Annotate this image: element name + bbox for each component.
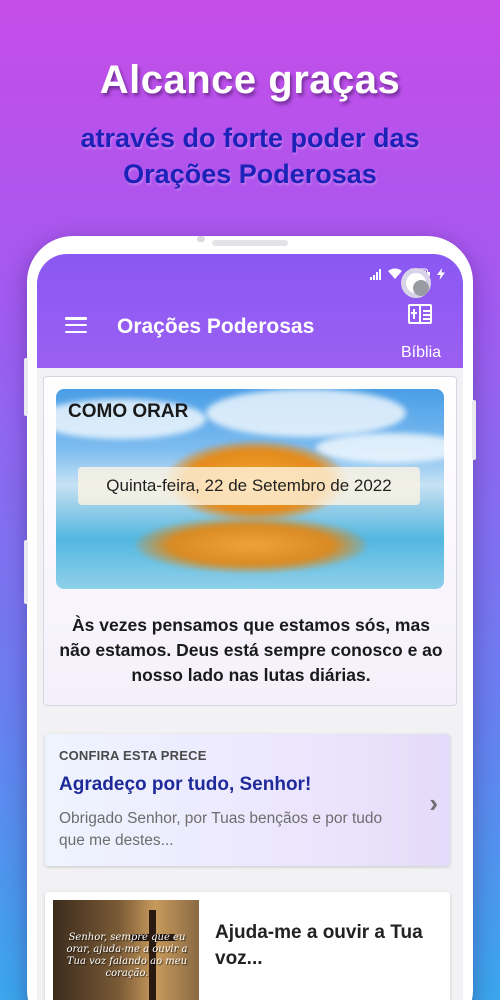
bible-button[interactable]: Bíblia [399,302,451,364]
chevron-right-icon: › [429,788,438,818]
app-bar: Orações Poderosas Bíblia [37,254,463,368]
promo-title: Alcance graças [99,58,401,102]
prayer-item-title: Ajuda-me a ouvir a Tua voz... [215,922,423,969]
phone-speaker [212,240,288,246]
signal-icon [370,268,381,280]
phone-side-button [472,400,476,460]
charging-icon [437,268,445,280]
prayer-thumbnail: Senhor, sempre que eu orar, ajuda-me a o… [53,900,199,1000]
prayer-description: Obrigado Senhor, por Tuas bençãos e por … [59,810,383,849]
app-screen: Orações Poderosas Bíblia COMO ORAR Quint… [37,254,463,1000]
hero-title: COMO ORAR [68,401,189,422]
daily-quote: Às vezes pensamos que estamos sós, mas n… [59,615,443,685]
hero-image: COMO ORAR Quinta-feira, 22 de Setembro d… [56,389,444,589]
phone-front-sensor [197,236,205,242]
bible-book-icon [408,304,432,324]
promo-subtitle-line-2: Orações Poderosas [123,159,377,189]
front-camera-icon [401,268,431,298]
bible-label: Bíblia [401,344,442,361]
prayer-kicker: CONFIRA ESTA PRECE [59,748,207,763]
hamburger-menu-icon[interactable] [65,317,87,333]
phone-side-button [24,540,28,604]
como-orar-card[interactable]: COMO ORAR Quinta-feira, 22 de Setembro d… [43,376,457,706]
featured-prayer-card[interactable]: CONFIRA ESTA PRECE Agradeço por tudo, Se… [45,734,450,866]
promo-subtitle: através do forte poder das Orações Poder… [0,120,500,192]
promo-subtitle-line-1: através do forte poder das [80,123,420,153]
prayer-title: Agradeço por tudo, Senhor! [59,774,312,795]
app-title: Orações Poderosas [117,315,315,338]
date-label: Quinta-feira, 22 de Setembro de 2022 [78,467,420,505]
phone-side-button [24,358,28,416]
prayer-list-item[interactable]: Senhor, sempre que eu orar, ajuda-me a o… [45,892,450,1000]
thumbnail-caption: Senhor, sempre que eu orar, ajuda-me a o… [66,932,188,979]
